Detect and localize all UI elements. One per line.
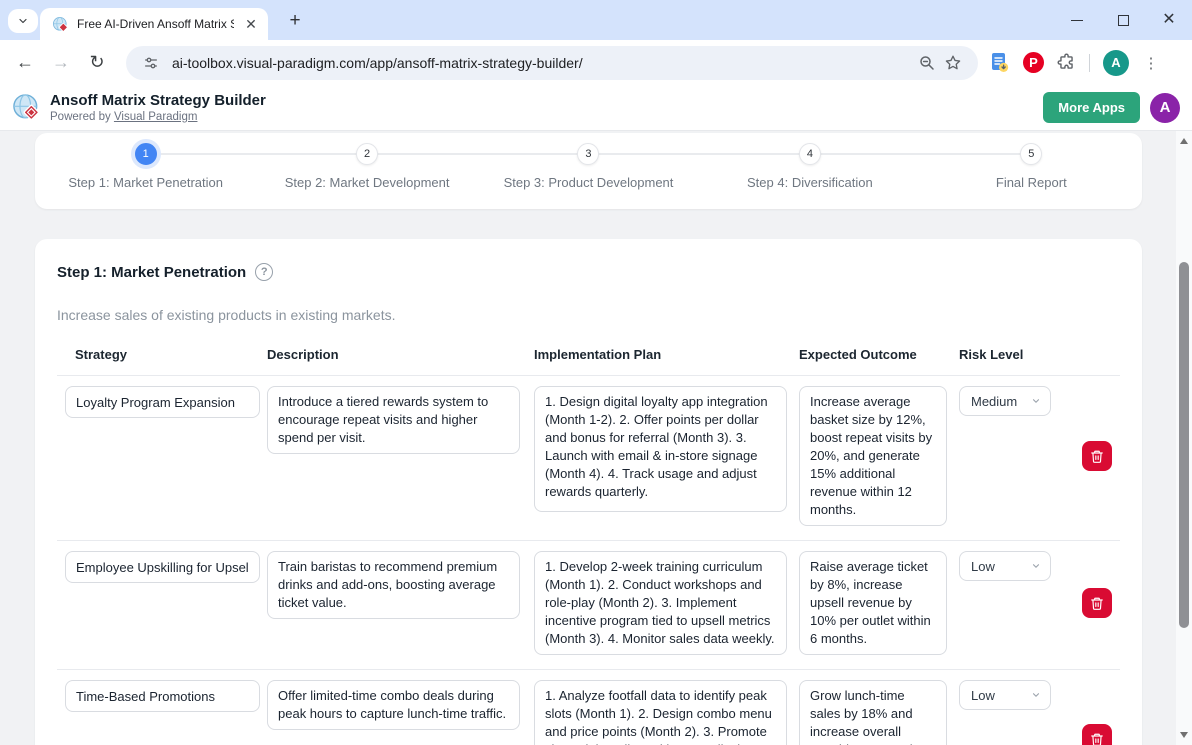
delete-row-button[interactable] xyxy=(1082,441,1112,471)
reload-button[interactable]: ↻ xyxy=(82,48,112,78)
zoom-out-icon[interactable] xyxy=(914,50,940,76)
docs-offline-icon[interactable] xyxy=(990,52,1010,73)
step-circle-3: 3 xyxy=(577,143,599,165)
trash-icon xyxy=(1090,732,1104,745)
chevron-down-icon xyxy=(17,15,29,27)
more-apps-button[interactable]: More Apps xyxy=(1043,92,1140,123)
page-scrollbar[interactable] xyxy=(1176,131,1192,745)
risk-level-select[interactable]: Low xyxy=(959,680,1051,710)
scrollbar-up-arrow[interactable] xyxy=(1176,133,1192,149)
risk-level-select[interactable]: Medium xyxy=(959,386,1051,416)
step1-card: Step 1: Market Penetration ? Increase sa… xyxy=(35,239,1142,745)
step-circle-5: 5 xyxy=(1020,143,1042,165)
strategy-input[interactable] xyxy=(65,386,260,418)
risk-level-select[interactable]: Low xyxy=(959,551,1051,581)
window-close-button[interactable]: ✕ xyxy=(1146,0,1192,40)
browser-titlebar: Free AI-Driven Ansoff Matrix St ✕ + ✕ xyxy=(0,0,1192,40)
delete-row-button[interactable] xyxy=(1082,724,1112,745)
expected-outcome-textarea[interactable]: Increase average basket size by 12%, boo… xyxy=(799,386,947,526)
table-row: Train baristas to recommend premium drin… xyxy=(57,541,1120,670)
implementation-plan-textarea[interactable]: 1. Analyze footfall data to identify pea… xyxy=(534,680,787,745)
user-avatar[interactable]: A xyxy=(1150,93,1180,123)
scrollbar-down-arrow[interactable] xyxy=(1176,727,1192,743)
browser-toolbar: ← → ↻ ai-toolbox.visual-paradigm.com/app… xyxy=(0,40,1192,85)
address-bar[interactable]: ai-toolbox.visual-paradigm.com/app/ansof… xyxy=(126,46,978,80)
table-header: Strategy Description Implementation Plan… xyxy=(57,347,1120,376)
back-button[interactable]: ← xyxy=(10,48,40,78)
close-icon: ✕ xyxy=(1162,12,1175,28)
section-subtitle: Increase sales of existing products in e… xyxy=(57,307,1120,323)
stepper-step-4[interactable]: 4 Step 4: Diversification xyxy=(699,143,920,190)
window-minimize-button[interactable] xyxy=(1054,0,1100,40)
expected-outcome-textarea[interactable]: Raise average ticket by 8%, increase ups… xyxy=(799,551,947,655)
step-circle-1: 1 xyxy=(135,143,157,165)
browser-menu-icon[interactable]: ⋮ xyxy=(1142,54,1160,72)
strategy-input[interactable] xyxy=(65,680,260,712)
chevron-down-icon xyxy=(1031,690,1041,700)
page-content: 1 Step 1: Market Penetration 2 Step 2: M… xyxy=(0,131,1192,745)
column-header-strategy: Strategy xyxy=(57,347,267,362)
column-header-risk-level: Risk Level xyxy=(959,347,1074,362)
pinterest-extension-icon[interactable]: P xyxy=(1023,52,1044,73)
section-title: Step 1: Market Penetration xyxy=(57,264,246,281)
page-title: Ansoff Matrix Strategy Builder xyxy=(50,92,266,110)
implementation-plan-textarea[interactable]: 1. Design digital loyalty app integratio… xyxy=(534,386,787,512)
tab-search-button[interactable] xyxy=(8,9,38,33)
description-textarea[interactable]: Train baristas to recommend premium drin… xyxy=(267,551,520,619)
app-header: Ansoff Matrix Strategy Builder Powered b… xyxy=(0,85,1192,131)
description-textarea[interactable]: Introduce a tiered rewards system to enc… xyxy=(267,386,520,454)
delete-row-button[interactable] xyxy=(1082,588,1112,618)
stepper-step-3[interactable]: 3 Step 3: Product Development xyxy=(478,143,699,190)
expected-outcome-textarea[interactable]: Grow lunch-time sales by 18% and increas… xyxy=(799,680,947,745)
strategy-input[interactable] xyxy=(65,551,260,583)
column-header-expected-outcome: Expected Outcome xyxy=(799,347,959,362)
maximize-icon xyxy=(1118,15,1129,26)
help-icon[interactable]: ? xyxy=(255,263,273,281)
table-row: Offer limited-time combo deals during pe… xyxy=(57,670,1120,745)
step-circle-4: 4 xyxy=(799,143,821,165)
visual-paradigm-link[interactable]: Visual Paradigm xyxy=(114,111,198,123)
description-textarea[interactable]: Offer limited-time combo deals during pe… xyxy=(267,680,520,730)
step-circle-2: 2 xyxy=(356,143,378,165)
forward-button[interactable]: → xyxy=(46,48,76,78)
trash-icon xyxy=(1090,449,1104,464)
site-settings-icon[interactable] xyxy=(138,50,164,76)
new-tab-button[interactable]: + xyxy=(284,10,306,32)
chevron-down-icon xyxy=(1031,396,1041,406)
window-maximize-button[interactable] xyxy=(1100,0,1146,40)
stepper-step-1[interactable]: 1 Step 1: Market Penetration xyxy=(35,143,256,190)
scrollbar-thumb[interactable] xyxy=(1179,262,1189,628)
extensions-puzzle-icon[interactable] xyxy=(1057,53,1076,72)
browser-profile-avatar[interactable]: A xyxy=(1103,50,1129,76)
tab-title: Free AI-Driven Ansoff Matrix St xyxy=(77,17,234,31)
bookmark-star-icon[interactable] xyxy=(940,50,966,76)
tab-close-icon[interactable]: ✕ xyxy=(242,15,260,33)
powered-by: Powered by Visual Paradigm xyxy=(50,111,266,123)
stepper-card: 1 Step 1: Market Penetration 2 Step 2: M… xyxy=(35,133,1142,209)
stepper-step-5[interactable]: 5 Final Report xyxy=(921,143,1142,190)
implementation-plan-textarea[interactable]: 1. Develop 2-week training curriculum (M… xyxy=(534,551,787,655)
column-header-implementation-plan: Implementation Plan xyxy=(534,347,799,362)
column-header-description: Description xyxy=(267,347,534,362)
chevron-down-icon xyxy=(1031,561,1041,571)
toolbar-divider xyxy=(1089,54,1090,72)
stepper-step-2[interactable]: 2 Step 2: Market Development xyxy=(256,143,477,190)
url-text: ai-toolbox.visual-paradigm.com/app/ansof… xyxy=(172,55,583,71)
minimize-icon xyxy=(1071,20,1083,21)
table-row: Introduce a tiered rewards system to enc… xyxy=(57,376,1120,541)
app-logo xyxy=(12,93,41,122)
browser-tab[interactable]: Free AI-Driven Ansoff Matrix St ✕ xyxy=(40,8,268,40)
trash-icon xyxy=(1090,596,1104,611)
site-favicon xyxy=(52,16,69,33)
